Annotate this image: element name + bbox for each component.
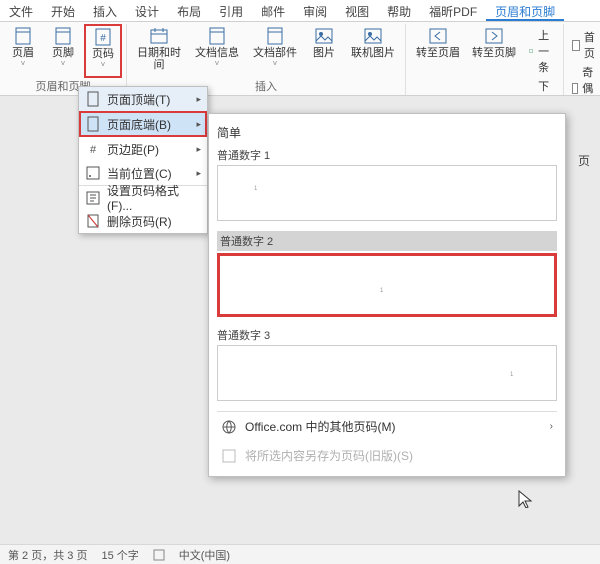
tab-4[interactable]: 布局 bbox=[168, 0, 210, 21]
save-selection: 将所选内容另存为页码(旧版)(S) bbox=[217, 441, 557, 470]
gallery-header: 简单 bbox=[217, 124, 557, 141]
svg-text:#: # bbox=[90, 144, 97, 156]
chevron-right-icon: ▸ bbox=[196, 94, 201, 105]
chevron-down-icon: ˅ bbox=[101, 61, 106, 70]
ribbon-btn-图片[interactable]: 图片 bbox=[305, 24, 343, 78]
checkbox-icon bbox=[572, 83, 578, 94]
page-edge-label: 页 bbox=[578, 152, 596, 170]
tab-6[interactable]: 邮件 bbox=[252, 0, 294, 21]
ribbon-btn-日期和时间[interactable]: 日期和时间 bbox=[131, 24, 187, 78]
ribbon-btn-文档部件[interactable]: 文档部件˅ bbox=[247, 24, 303, 78]
status-words[interactable]: 15 个字 bbox=[101, 547, 138, 563]
gallery-label: 普通数字 3 bbox=[217, 327, 557, 343]
menu-item-页边距(P)[interactable]: #页边距(P)▸ bbox=[79, 137, 207, 161]
ribbon-btn-转至页眉[interactable]: 转至页眉 bbox=[410, 24, 466, 78]
gallery-item-普通数字 1[interactable]: 1 bbox=[217, 165, 557, 221]
tab-8[interactable]: 视图 bbox=[336, 0, 378, 21]
menu-item-页面顶端(T)[interactable]: 页面顶端(T)▸ bbox=[79, 87, 207, 111]
nav-上一条[interactable]: 上一条 bbox=[528, 26, 555, 76]
tab-10[interactable]: 福昕PDF bbox=[420, 0, 486, 21]
chevron-right-icon: ▸ bbox=[196, 168, 201, 179]
ribbon-btn-联机图片[interactable]: 联机图片 bbox=[345, 24, 401, 78]
save-label: 将所选内容另存为页码(旧版)(S) bbox=[245, 447, 413, 464]
ribbon-group-nav: 转至页眉转至页脚 上一条下一条链接到前一节 导航 bbox=[406, 24, 564, 95]
chk-首页[interactable]: 首页 bbox=[572, 28, 598, 62]
ribbon-group-options: 首页奇偶页显示文 选 bbox=[564, 24, 600, 95]
page-number-bottom-gallery: 简单 普通数字 11普通数字 21普通数字 31 Office.com 中的其他… bbox=[208, 113, 566, 477]
ribbon-group-insert: 日期和时间文档信息˅文档部件˅图片联机图片 插入 bbox=[127, 24, 406, 95]
ribbon-btn-转至页脚[interactable]: 转至页脚 bbox=[466, 24, 522, 78]
gallery-item-普通数字 3[interactable]: 1 bbox=[217, 345, 557, 401]
group-label: 插入 bbox=[255, 78, 277, 96]
menu-item-删除页码(R)[interactable]: 删除页码(R) bbox=[79, 209, 207, 233]
tab-11[interactable]: 页眉和页脚 bbox=[486, 0, 564, 21]
more-from-office[interactable]: Office.com 中的其他页码(M) › bbox=[217, 412, 557, 441]
tab-3[interactable]: 设计 bbox=[126, 0, 168, 21]
ribbon-btn-页码[interactable]: #页码˅ bbox=[84, 24, 122, 78]
gallery-label: 普通数字 1 bbox=[217, 147, 557, 163]
chevron-down-icon: ˅ bbox=[273, 60, 278, 69]
gallery-label: 普通数字 2 bbox=[217, 231, 557, 251]
globe-icon bbox=[221, 419, 237, 435]
ribbon-tabs: 文件开始插入设计布局引用邮件审阅视图帮助福昕PDF页眉和页脚 bbox=[0, 0, 600, 22]
spellcheck-icon[interactable] bbox=[153, 549, 165, 561]
chevron-right-icon: › bbox=[550, 421, 553, 432]
ribbon-group-header-footer: 页眉˅页脚˅#页码˅ 页眉和页脚 bbox=[0, 24, 127, 95]
svg-text:#: # bbox=[100, 33, 106, 44]
page-number-menu: 页面顶端(T)▸页面底端(B)▸#页边距(P)▸当前位置(C)▸设置页码格式(F… bbox=[78, 86, 208, 234]
tab-5[interactable]: 引用 bbox=[210, 0, 252, 21]
tab-1[interactable]: 开始 bbox=[42, 0, 84, 21]
tab-7[interactable]: 审阅 bbox=[294, 0, 336, 21]
chevron-down-icon: ˅ bbox=[21, 60, 26, 69]
chevron-right-icon: ▸ bbox=[196, 119, 201, 130]
ribbon: 页眉˅页脚˅#页码˅ 页眉和页脚 日期和时间文档信息˅文档部件˅图片联机图片 插… bbox=[0, 22, 600, 96]
save-icon bbox=[221, 448, 237, 464]
ribbon-btn-页脚[interactable]: 页脚˅ bbox=[44, 24, 82, 78]
status-lang[interactable]: 中文(中国) bbox=[179, 547, 230, 563]
tab-2[interactable]: 插入 bbox=[84, 0, 126, 21]
gallery-item-普通数字 2[interactable]: 1 bbox=[217, 253, 557, 317]
more-label: Office.com 中的其他页码(M) bbox=[245, 418, 395, 435]
status-page[interactable]: 第 2 页，共 3 页 bbox=[8, 547, 87, 563]
chevron-right-icon: ▸ bbox=[196, 144, 201, 155]
menu-item-页面底端(B)[interactable]: 页面底端(B)▸ bbox=[79, 111, 207, 137]
chevron-down-icon: ˅ bbox=[215, 60, 220, 69]
chevron-down-icon: ˅ bbox=[61, 60, 66, 69]
cursor-icon bbox=[518, 490, 532, 508]
ribbon-btn-文档信息[interactable]: 文档信息˅ bbox=[189, 24, 245, 78]
tab-0[interactable]: 文件 bbox=[0, 0, 42, 21]
ribbon-btn-页眉[interactable]: 页眉˅ bbox=[4, 24, 42, 78]
tab-9[interactable]: 帮助 bbox=[378, 0, 420, 21]
menu-item-设置页码格式(F)...[interactable]: 设置页码格式(F)... bbox=[79, 185, 207, 209]
checkbox-icon bbox=[572, 40, 580, 51]
status-bar: 第 2 页，共 3 页 15 个字 中文(中国) bbox=[0, 544, 600, 564]
